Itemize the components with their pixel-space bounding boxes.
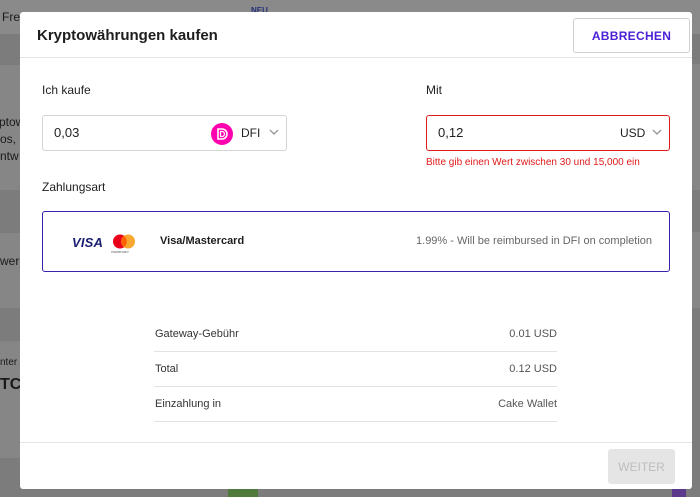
background-nav-text: Fre (2, 10, 20, 24)
mastercard-caption: mastercard (111, 250, 129, 254)
payment-method-name: Visa/Mastercard (160, 235, 245, 247)
summary-value: 0.12 USD (509, 363, 557, 375)
pay-amount-error: Bitte gib einen Wert zwischen 30 und 15,… (426, 157, 640, 168)
buy-amount-input[interactable] (54, 125, 194, 140)
modal-header: Kryptowährungen kaufen ABBRECHEN (20, 12, 692, 58)
summary-value: Cake Wallet (498, 398, 557, 410)
background-card (0, 232, 20, 308)
background-text: os, i (0, 132, 23, 146)
mastercard-icon (113, 234, 135, 249)
chevron-down-icon[interactable] (268, 126, 280, 138)
next-button[interactable]: WEITER (608, 449, 675, 484)
summary-value: 0.01 USD (509, 328, 557, 340)
payment-option-visa-mastercard[interactable]: VISA mastercard Visa/Mastercard 1.99% - … (42, 211, 670, 272)
modal-title: Kryptowährungen kaufen (37, 27, 218, 44)
background-text: nter (0, 357, 18, 368)
summary-row: Gateway-Gebühr 0.01 USD (154, 317, 557, 352)
order-summary: Gateway-Gebühr 0.01 USD Total 0.12 USD E… (154, 317, 557, 422)
background-text: wer (0, 254, 20, 268)
background-text: TC (0, 376, 22, 393)
summary-key: Einzahlung in (155, 398, 222, 410)
pay-amount-input[interactable] (438, 125, 578, 140)
buy-amount-field: DFI (42, 115, 287, 151)
summary-key: Total (155, 363, 179, 375)
summary-row: Total 0.12 USD (154, 352, 557, 387)
pay-currency[interactable]: USD (620, 126, 645, 140)
defichain-icon (211, 123, 233, 145)
buy-currency[interactable]: DFI (241, 126, 260, 140)
summary-key: Gateway-Gebühr (155, 328, 239, 340)
cancel-button[interactable]: ABBRECHEN (573, 18, 690, 53)
buy-crypto-modal: Kryptowährungen kaufen ABBRECHEN Ich kau… (20, 12, 692, 489)
summary-row: Einzahlung in Cake Wallet (154, 387, 557, 422)
chevron-down-icon[interactable] (651, 126, 663, 138)
visa-logo: VISA (72, 235, 104, 250)
buy-label: Ich kaufe (42, 83, 91, 97)
pay-with-label: Mit (426, 83, 442, 97)
modal-footer: WEITER (20, 442, 692, 489)
background-text: ntw (0, 149, 19, 163)
payment-fee-note: 1.99% - Will be reimbursed in DFI on com… (416, 235, 652, 247)
payment-method-label: Zahlungsart (42, 180, 106, 194)
pay-amount-field: USD (426, 115, 670, 151)
